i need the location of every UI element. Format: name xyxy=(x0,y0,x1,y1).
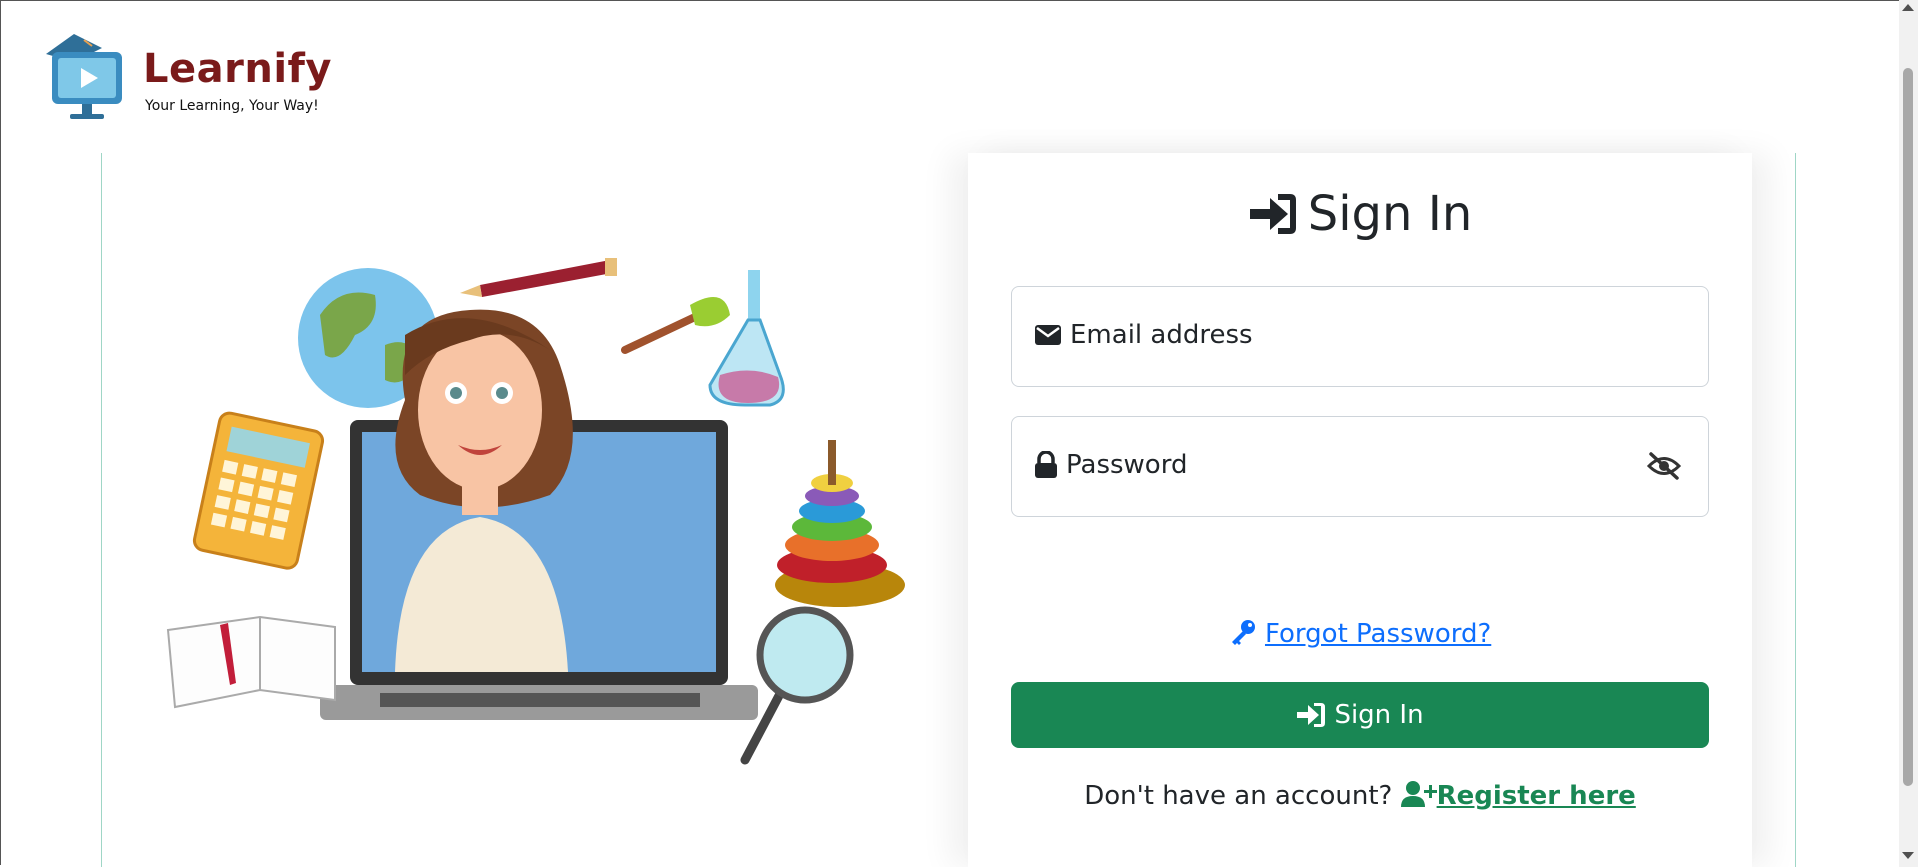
brand-name: Learnify xyxy=(143,46,332,92)
register-link-label: Register here xyxy=(1436,781,1636,811)
signin-title: Sign In xyxy=(1307,186,1473,242)
sign-in-icon xyxy=(1297,703,1326,727)
signin-heading: Sign In xyxy=(968,186,1752,242)
password-field[interactable]: Password xyxy=(1011,416,1709,517)
password-placeholder: Password xyxy=(1066,450,1188,480)
user-plus-icon xyxy=(1400,781,1437,807)
signin-button[interactable]: Sign In xyxy=(1011,682,1709,748)
lock-icon xyxy=(1035,451,1057,478)
brand-tagline: Your Learning, Your Way! xyxy=(145,98,319,114)
scroll-up-arrow[interactable] xyxy=(1902,4,1914,11)
password-placeholder-wrap: Password xyxy=(1034,450,1187,480)
email-placeholder: Email address xyxy=(1070,320,1253,350)
eye-slash-icon[interactable] xyxy=(1646,451,1682,481)
signin-button-label: Sign In xyxy=(1334,700,1424,730)
envelope-icon xyxy=(1035,325,1061,345)
email-placeholder-wrap: Email address xyxy=(1034,320,1253,350)
register-link[interactable]: Register here xyxy=(1400,781,1636,811)
sign-in-icon xyxy=(1249,194,1296,234)
logo-icon xyxy=(46,34,122,119)
email-field[interactable]: Email address xyxy=(1011,286,1709,387)
teacher-laptop-illustration xyxy=(166,258,905,765)
forgot-password-label: Forgot Password? xyxy=(1264,619,1492,649)
forgot-password-link[interactable]: Forgot Password? xyxy=(968,618,1752,649)
scroll-down-arrow[interactable] xyxy=(1902,852,1914,859)
scrollbar-thumb[interactable] xyxy=(1903,68,1913,786)
register-row: Don't have an account? Register here xyxy=(968,780,1752,811)
register-prompt: Don't have an account? xyxy=(1084,781,1393,811)
key-icon xyxy=(1231,620,1255,645)
